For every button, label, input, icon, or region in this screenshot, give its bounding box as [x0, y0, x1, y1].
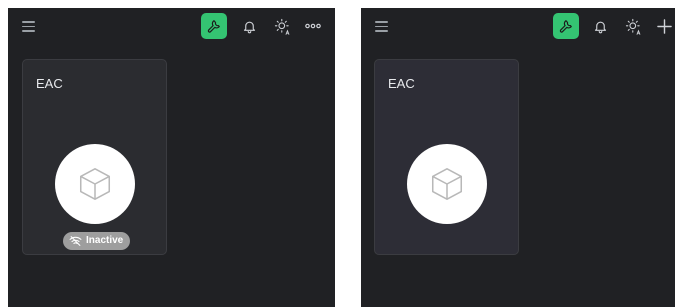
- cube-icon: [79, 168, 111, 200]
- wrench-button[interactable]: [201, 13, 227, 39]
- device-image: [407, 144, 487, 224]
- cube-icon: [431, 168, 463, 200]
- brightness-auto-icon: [274, 18, 289, 35]
- screenshot-canvas: EAC Inactive EAC: [0, 0, 675, 307]
- brightness-auto-icon: [625, 18, 640, 35]
- wrench-icon: [207, 20, 220, 33]
- wrench-button[interactable]: [553, 13, 579, 39]
- brightness-button[interactable]: [273, 17, 291, 35]
- wifi-off-icon: [69, 236, 82, 246]
- device-card-title: EAC: [36, 76, 63, 91]
- plus-icon: [656, 18, 672, 34]
- device-card-eac[interactable]: EAC Inactive: [22, 59, 167, 255]
- wrench-icon: [559, 20, 572, 33]
- more-icon: [305, 23, 321, 29]
- menu-icon[interactable]: [375, 20, 389, 32]
- device-card-title: EAC: [388, 76, 415, 91]
- menu-icon[interactable]: [22, 20, 36, 32]
- notifications-button[interactable]: [240, 17, 258, 35]
- notifications-button[interactable]: [591, 17, 609, 35]
- status-label: Inactive: [86, 235, 124, 246]
- bell-icon: [594, 21, 606, 33]
- top-bar: [8, 8, 335, 44]
- brightness-button[interactable]: [624, 17, 642, 35]
- device-card-eac[interactable]: EAC: [374, 59, 519, 255]
- top-bar: [361, 8, 675, 44]
- left-screen: EAC Inactive: [8, 8, 335, 307]
- right-screen: EAC: [361, 8, 675, 307]
- status-badge: Inactive: [63, 232, 131, 250]
- device-image: [55, 144, 135, 224]
- add-button[interactable]: [655, 17, 673, 35]
- more-options-button[interactable]: [304, 17, 322, 35]
- bell-icon: [243, 21, 255, 33]
